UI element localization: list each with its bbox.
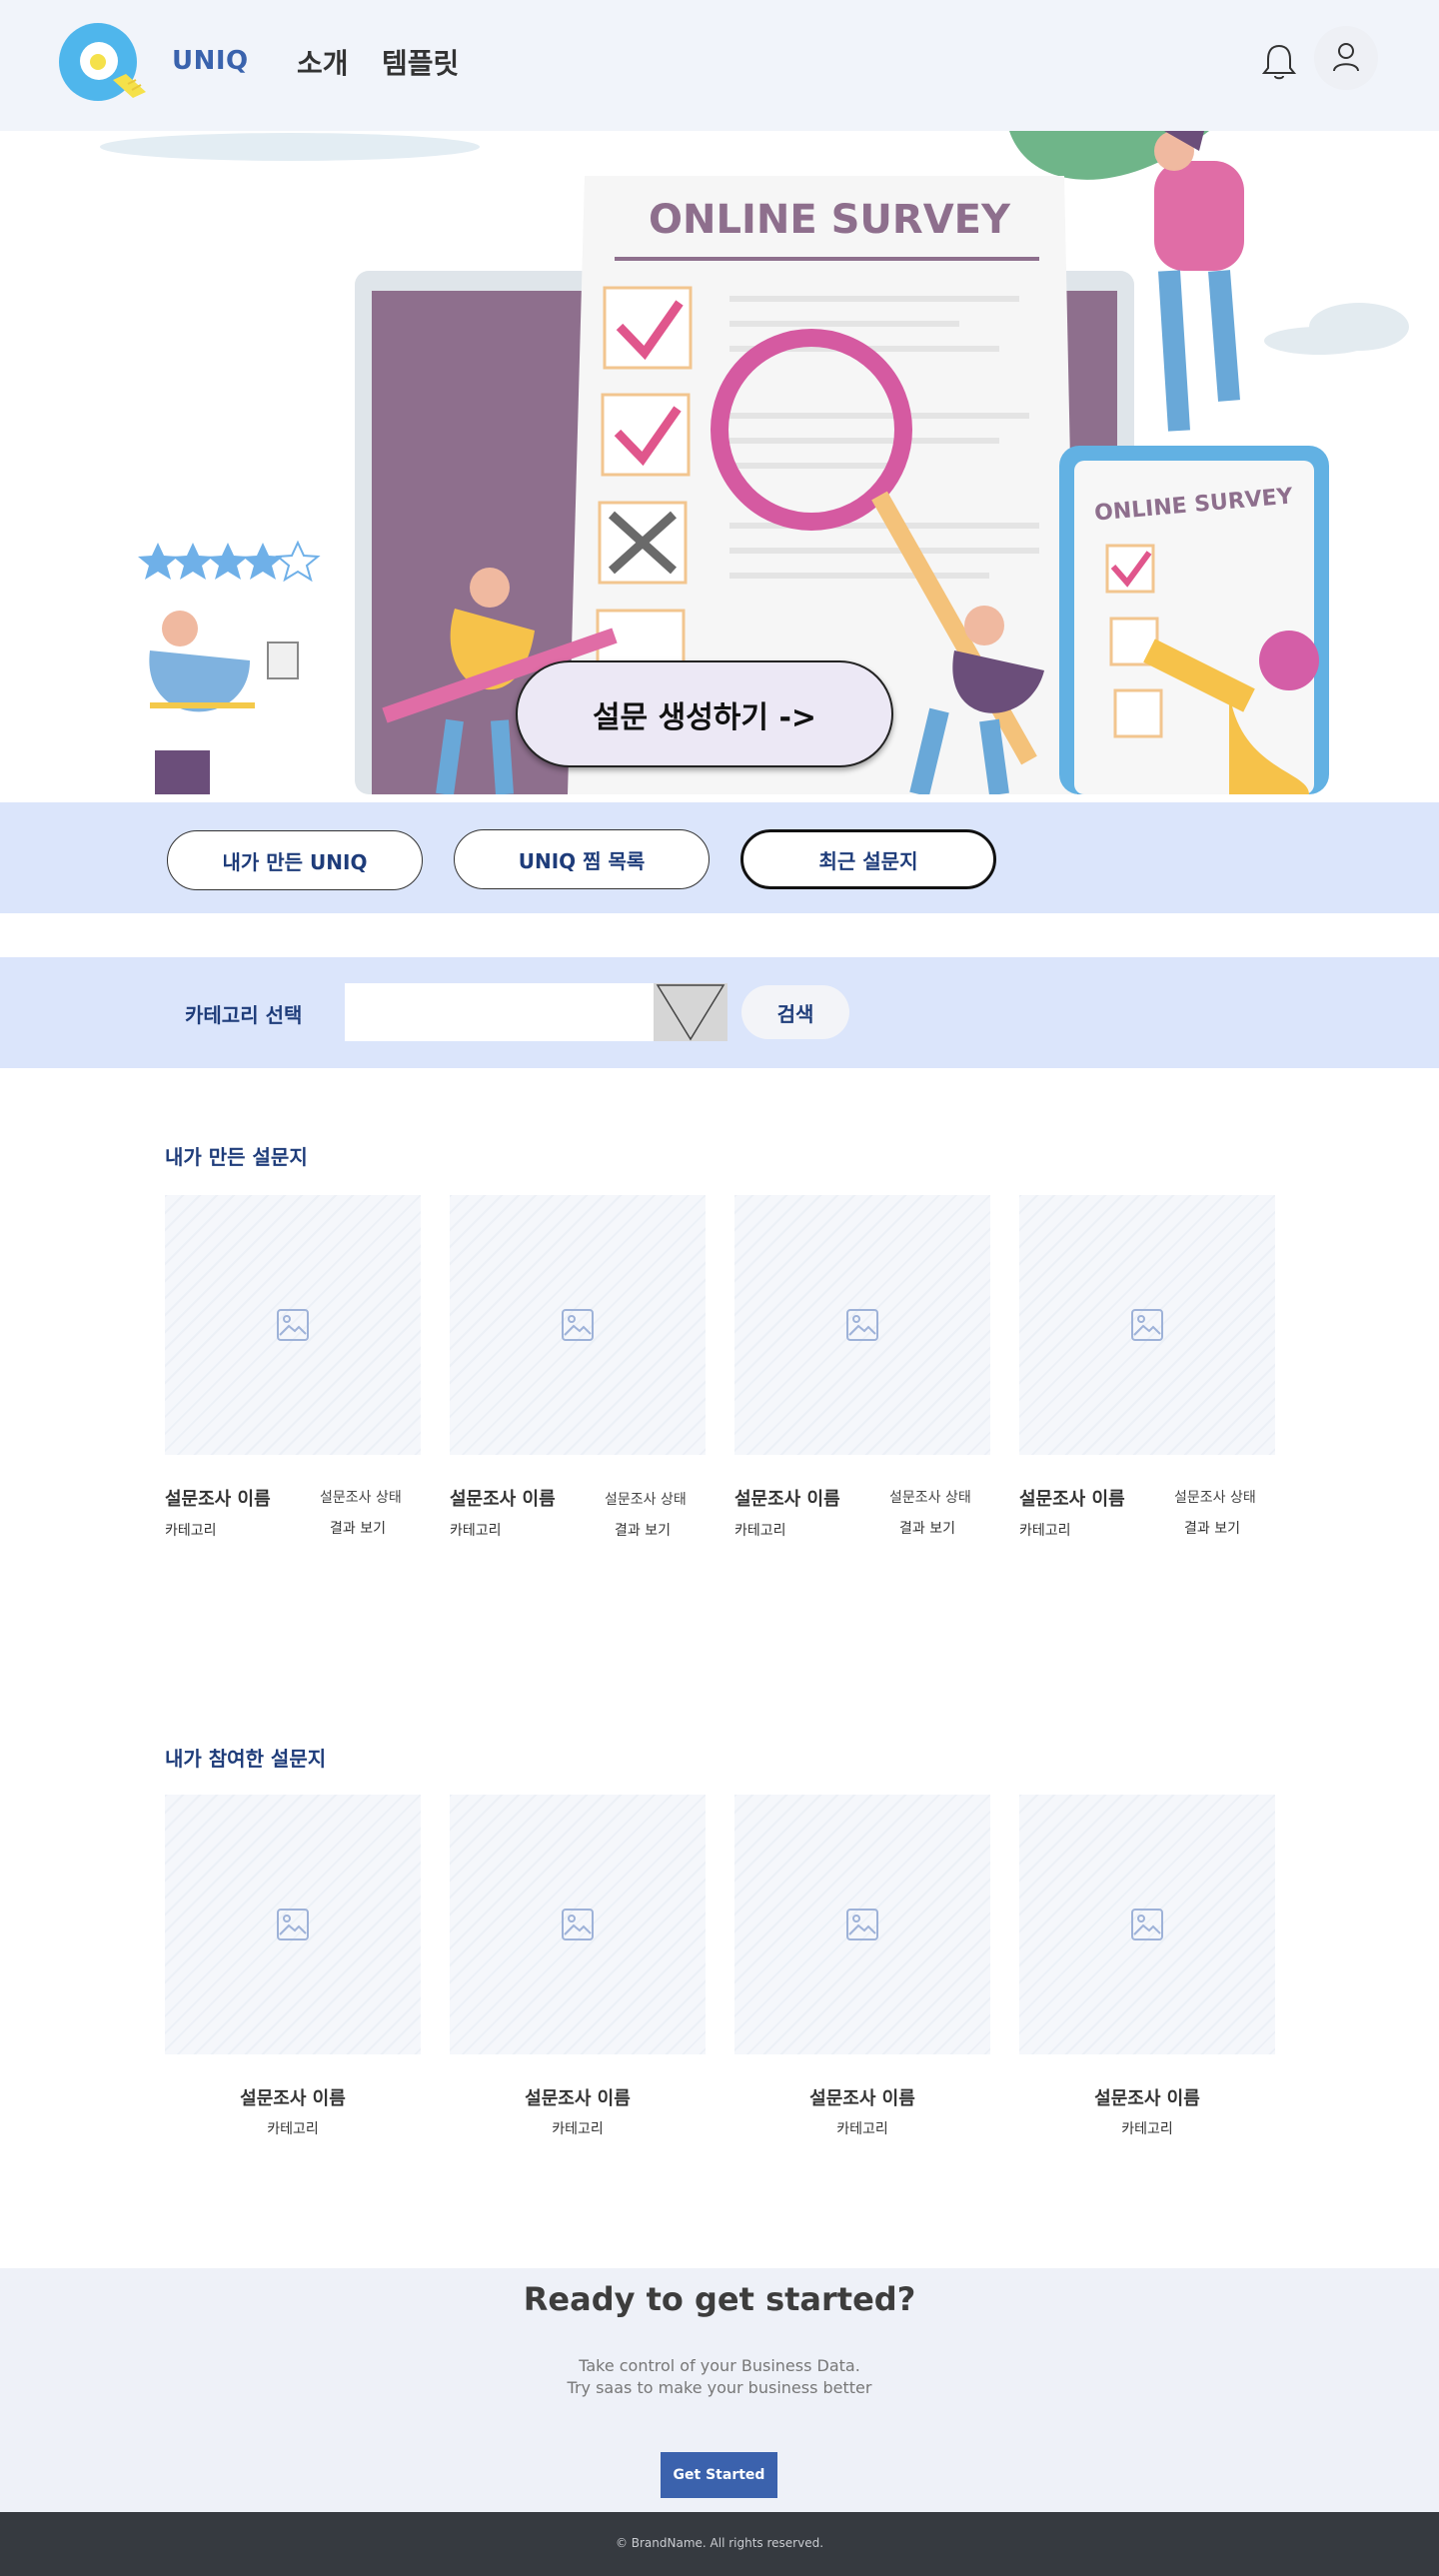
survey-name: 설문조사 이름 <box>165 1489 271 1510</box>
survey-category: 카테고리 <box>734 1523 786 1539</box>
survey-name: 설문조사 이름 <box>525 2088 631 2109</box>
get-started-button[interactable]: Get Started <box>661 2452 777 2498</box>
survey-thumbnail <box>450 1795 706 2054</box>
cta-title: Ready to get started? <box>523 2280 916 2318</box>
image-placeholder-icon <box>562 1909 594 1940</box>
my-surveys-title: 내가 만든 설문지 <box>165 1145 308 1169</box>
cta-subtitle-line-1: Take control of your Business Data. <box>579 2356 860 2375</box>
tab-recent-surveys[interactable]: 최근 설문지 <box>740 829 996 889</box>
survey-paper-title: ONLINE SURVEY <box>649 197 1011 243</box>
my-survey-card[interactable]: 설문조사 이름 설문조사 상태 카테고리 결과 보기 <box>165 1195 421 1539</box>
survey-category: 카테고리 <box>267 2121 319 2137</box>
tab-uniq-favorites[interactable]: UNIQ 찜 목록 <box>454 829 710 889</box>
survey-thumbnail <box>165 1195 421 1455</box>
brand-name[interactable]: UNIQ <box>172 46 249 76</box>
get-started-section: Ready to get started? Take control of yo… <box>0 2268 1439 2512</box>
survey-thumbnail <box>734 1195 990 1455</box>
survey-name: 설문조사 이름 <box>240 2088 346 2109</box>
category-label: 카테고리 선택 <box>185 1003 303 1027</box>
nav-intro[interactable]: 소개 <box>297 42 349 82</box>
survey-status: 설문조사 상태 <box>320 1490 402 1506</box>
joined-surveys-title: 내가 참여한 설문지 <box>165 1747 327 1771</box>
survey-thumbnail <box>165 1795 421 2054</box>
survey-thumbnail <box>734 1795 990 2054</box>
category-dropdown-toggle[interactable] <box>654 983 727 1041</box>
rating-stars <box>138 540 321 583</box>
copyright-text: © BrandName. All rights reserved. <box>615 2536 824 2550</box>
joined-survey-card[interactable]: 설문조사 이름 카테고리 <box>1019 1795 1275 2137</box>
my-survey-card[interactable]: 설문조사 이름 설문조사 상태 카테고리 결과 보기 <box>1019 1195 1275 1539</box>
view-results-link[interactable]: 결과 보기 <box>899 1518 955 1538</box>
survey-tabs-bar: 내가 만든 UNIQ UNIQ 찜 목록 최근 설문지 <box>0 802 1439 913</box>
survey-status: 설문조사 상태 <box>1174 1490 1256 1506</box>
image-placeholder-icon <box>277 1909 309 1940</box>
user-icon <box>1333 43 1359 72</box>
survey-name: 설문조사 이름 <box>1019 1489 1125 1510</box>
tab-my-uniq[interactable]: 내가 만든 UNIQ <box>167 830 423 890</box>
image-placeholder-icon <box>562 1309 594 1341</box>
cta-subtitle-line-2: Try saas to make your business better <box>567 2378 872 2397</box>
image-placeholder-icon <box>277 1309 309 1341</box>
survey-category: 카테고리 <box>836 2121 888 2137</box>
joined-survey-card[interactable]: 설문조사 이름 카테고리 <box>450 1795 706 2137</box>
survey-status: 설문조사 상태 <box>889 1490 971 1506</box>
view-results-link[interactable]: 결과 보기 <box>615 1520 671 1540</box>
survey-name: 설문조사 이름 <box>809 2088 915 2109</box>
user-profile-button[interactable] <box>1314 26 1378 90</box>
create-survey-button[interactable]: 설문 생성하기 -> <box>516 660 893 767</box>
my-survey-card[interactable]: 설문조사 이름 설문조사 상태 카테고리 결과 보기 <box>734 1195 990 1539</box>
survey-thumbnail <box>1019 1795 1275 2054</box>
view-results-link[interactable]: 결과 보기 <box>1184 1518 1240 1538</box>
survey-category: 카테고리 <box>1019 1523 1071 1539</box>
survey-category: 카테고리 <box>450 1523 502 1539</box>
survey-name: 설문조사 이름 <box>734 1489 840 1510</box>
image-placeholder-icon <box>1131 1909 1163 1940</box>
triangle-down-icon <box>656 984 725 1041</box>
search-button[interactable]: 검색 <box>741 985 849 1039</box>
joined-survey-card[interactable]: 설문조사 이름 카테고리 <box>734 1795 990 2137</box>
image-placeholder-icon <box>846 1309 878 1341</box>
survey-status: 설문조사 상태 <box>605 1492 687 1508</box>
survey-thumbnail <box>450 1195 706 1455</box>
image-placeholder-icon <box>846 1909 878 1940</box>
survey-thumbnail <box>1019 1195 1275 1455</box>
nav-template[interactable]: 템플릿 <box>382 42 459 82</box>
view-results-link[interactable]: 결과 보기 <box>330 1518 386 1538</box>
bell-icon[interactable] <box>1261 42 1297 82</box>
uniq-logo-icon[interactable] <box>58 22 154 104</box>
survey-category: 카테고리 <box>1121 2121 1173 2137</box>
page-footer: © BrandName. All rights reserved. <box>0 2512 1439 2576</box>
joined-survey-card[interactable]: 설문조사 이름 카테고리 <box>165 1795 421 2137</box>
survey-name: 설문조사 이름 <box>1094 2088 1200 2109</box>
category-select[interactable] <box>345 983 655 1041</box>
image-placeholder-icon <box>1131 1309 1163 1341</box>
survey-category: 카테고리 <box>552 2121 604 2137</box>
top-header: UNIQ 소개 템플릿 <box>0 0 1439 131</box>
category-filter-bar: 카테고리 선택 검색 <box>0 957 1439 1068</box>
survey-category: 카테고리 <box>165 1523 217 1539</box>
my-survey-card[interactable]: 설문조사 이름 설문조사 상태 카테고리 결과 보기 <box>450 1195 706 1539</box>
survey-name: 설문조사 이름 <box>450 1489 556 1510</box>
